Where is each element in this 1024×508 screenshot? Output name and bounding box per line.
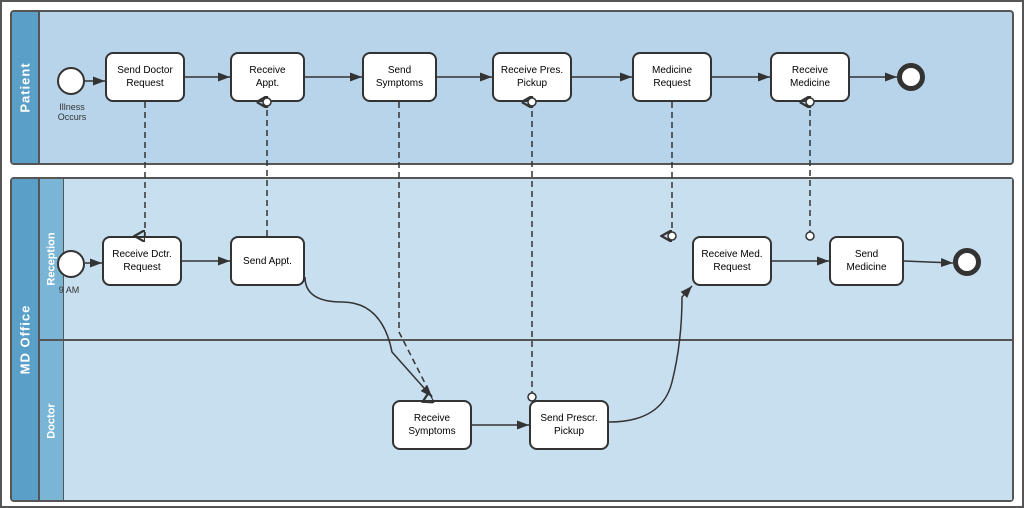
receive-pres-pickup-box: Receive Pres.Pickup bbox=[492, 52, 572, 102]
send-appt-box: Send Appt. bbox=[230, 236, 305, 286]
send-doctor-request-box: Send DoctorRequest bbox=[105, 52, 185, 102]
send-medicine-box: SendMedicine bbox=[829, 236, 904, 286]
receive-med-request-box: Receive Med.Request bbox=[692, 236, 772, 286]
illness-occurs-label: IllnessOccurs bbox=[42, 102, 102, 122]
diagram-container: Patient MD Office Reception Doctor Illne… bbox=[0, 0, 1024, 508]
lane-mdoffice: MD Office Reception Doctor bbox=[10, 177, 1014, 502]
send-symptoms-box: SendSymptoms bbox=[362, 52, 437, 102]
patient-lane-label: Patient bbox=[12, 12, 40, 163]
receive-dctr-request-box: Receive Dctr.Request bbox=[102, 236, 182, 286]
patient-end-event bbox=[897, 63, 925, 91]
doctor-sublane-label: Doctor bbox=[40, 341, 64, 500]
send-prescr-pickup-box: Send Prescr.Pickup bbox=[529, 400, 609, 450]
medicine-request-box: MedicineRequest bbox=[632, 52, 712, 102]
mdoffice-lane-label: MD Office bbox=[12, 179, 40, 500]
receive-appt-box: ReceiveAppt. bbox=[230, 52, 305, 102]
receive-medicine-box: ReceiveMedicine bbox=[770, 52, 850, 102]
receive-symptoms-box: ReceiveSymptoms bbox=[392, 400, 472, 450]
patient-start-event bbox=[57, 67, 85, 95]
sublane-doctor: Doctor bbox=[40, 341, 1012, 500]
nine-am-label: 9 AM bbox=[49, 285, 89, 295]
reception-start-event bbox=[57, 250, 85, 278]
reception-end-event bbox=[953, 248, 981, 276]
